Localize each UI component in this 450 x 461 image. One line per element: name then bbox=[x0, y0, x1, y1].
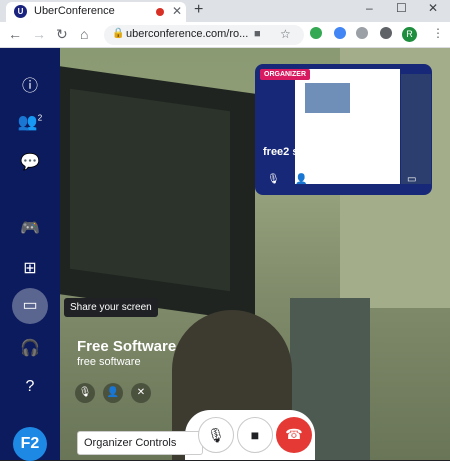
self-name: free2 software bbox=[263, 146, 338, 158]
hang-up-icon[interactable]: ☎ bbox=[276, 417, 312, 453]
forward-arrow-icon[interactable]: → bbox=[32, 26, 46, 42]
minimize-icon[interactable]: – bbox=[366, 1, 373, 15]
camera-permission-icon[interactable]: ■ bbox=[254, 28, 261, 40]
participant-remove-icon[interactable]: ✕ bbox=[131, 383, 151, 403]
participant-mic-icon[interactable]: 🎙 bbox=[75, 383, 95, 403]
share-screen-tooltip: Share your screen bbox=[64, 298, 158, 317]
tab-title: UberConference bbox=[34, 5, 115, 17]
self-video-tile[interactable]: ORGANIZER free2 software 🎙 👤 ▭ bbox=[255, 64, 432, 195]
back-arrow-icon[interactable]: ← bbox=[8, 26, 22, 42]
extensions-puzzle-icon[interactable] bbox=[380, 27, 392, 39]
browser-tab-bar: U UberConference ✕ + – ☐ ✕ bbox=[0, 0, 450, 22]
grid-layout-icon[interactable]: ⊞ bbox=[0, 258, 60, 278]
self-person-icon[interactable]: 👤 bbox=[295, 174, 307, 185]
address-bar[interactable]: 🔒 uberconference.com/ro... ■ ☆ bbox=[104, 25, 304, 45]
preview-content bbox=[305, 83, 350, 113]
participants-count: 2 bbox=[37, 113, 43, 123]
new-tab-button[interactable]: + bbox=[194, 1, 203, 19]
help-icon[interactable]: ? bbox=[0, 378, 60, 396]
home-icon[interactable]: ⌂ bbox=[80, 26, 88, 42]
participant-name: Free Software bbox=[77, 338, 177, 355]
microphone-icon[interactable]: 🎙 bbox=[198, 417, 234, 453]
maximize-icon[interactable]: ☐ bbox=[396, 1, 407, 15]
info-icon[interactable]: ⓘ bbox=[0, 72, 60, 96]
extension-green-icon[interactable] bbox=[310, 27, 322, 39]
user-avatar[interactable]: F2 bbox=[13, 427, 47, 461]
reload-icon[interactable]: ↻ bbox=[56, 26, 68, 43]
tv-reflection bbox=[70, 88, 230, 292]
self-screen-icon[interactable]: ▭ bbox=[407, 174, 416, 185]
recording-indicator-icon bbox=[156, 8, 164, 16]
extension-camera-icon[interactable] bbox=[356, 27, 368, 39]
headset-icon[interactable]: 🎧 bbox=[0, 338, 60, 358]
participant-subtitle: free software bbox=[77, 356, 141, 368]
url-text: uberconference.com/ro... bbox=[126, 28, 249, 40]
lock-icon: 🔒 bbox=[112, 28, 125, 39]
share-screen-icon[interactable]: ▭ bbox=[12, 288, 48, 324]
shared-screen-preview bbox=[285, 69, 400, 184]
extension-blue-icon[interactable] bbox=[334, 27, 346, 39]
chat-icon[interactable]: 💬 bbox=[0, 152, 60, 172]
app-sidebar: ⓘ 👥2 💬 🎮 ⊞ ▭ 🎧 ? bbox=[0, 48, 60, 460]
browser-menu-icon[interactable]: ⋮ bbox=[432, 26, 444, 40]
gamepad-icon[interactable]: 🎮 bbox=[0, 218, 60, 238]
profile-avatar[interactable]: R bbox=[402, 27, 417, 42]
preview-side-strip bbox=[401, 74, 431, 184]
video-camera-icon[interactable]: ■ bbox=[237, 417, 273, 453]
participant-person-icon[interactable]: 👤 bbox=[103, 383, 123, 403]
preview-sidebar bbox=[285, 69, 295, 184]
bookmark-star-icon[interactable]: ☆ bbox=[280, 27, 291, 41]
organizer-controls-button[interactable]: Organizer Controls bbox=[77, 431, 203, 455]
tab-close-icon[interactable]: ✕ bbox=[172, 4, 182, 18]
window-close-icon[interactable]: ✕ bbox=[428, 1, 438, 15]
participants-icon[interactable]: 👥2 bbox=[0, 112, 60, 132]
browser-tab[interactable]: U UberConference ✕ bbox=[6, 2, 186, 22]
self-mic-icon[interactable]: 🎙 bbox=[267, 174, 280, 185]
organizer-badge: ORGANIZER bbox=[260, 69, 310, 80]
uberconference-favicon-icon: U bbox=[14, 5, 27, 18]
